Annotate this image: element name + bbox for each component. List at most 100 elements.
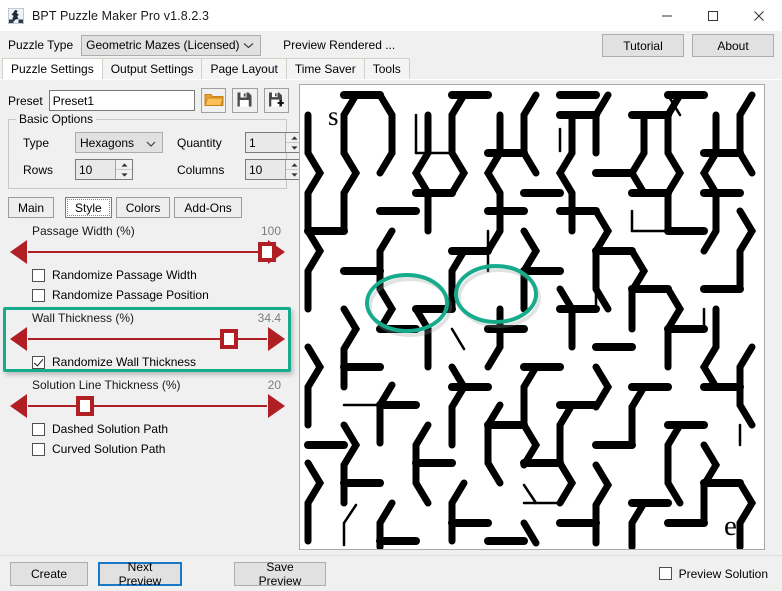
tab-output-settings[interactable]: Output Settings	[101, 58, 203, 79]
main-body: Preset Preset1 Basic Options Type Hexago…	[0, 80, 782, 555]
style-sub-tabs: Main Style Colors Add-Ons	[0, 189, 295, 218]
save-preset-button[interactable]	[232, 88, 258, 113]
randomize-passage-width-checkbox[interactable]	[32, 268, 45, 282]
tab-puzzle-settings[interactable]: Puzzle Settings	[2, 58, 103, 79]
solution-line-thickness-block: Solution Line Thickness (%) 20 Dashed So…	[0, 372, 295, 459]
preset-row: Preset Preset1	[0, 84, 295, 115]
randomize-wall-thickness-row[interactable]: Randomize Wall Thickness	[10, 352, 285, 372]
puzzle-type-label: Puzzle Type	[8, 38, 74, 52]
solution-line-thickness-head: Solution Line Thickness (%) 20	[10, 378, 285, 393]
basic-options-group: Basic Options Type Hexagons Quantity 1 R…	[8, 112, 303, 189]
preview-pane: s e	[295, 84, 782, 555]
rows-label: Rows	[23, 162, 54, 177]
passage-width-value: 100	[260, 224, 281, 238]
rows-value: 10	[76, 160, 115, 179]
next-preview-button[interactable]: Next Preview	[98, 560, 182, 588]
settings-pane: Preset Preset1 Basic Options Type Hexago…	[0, 84, 303, 555]
solution-line-thickness-thumb[interactable]	[76, 396, 95, 416]
save-preview-button[interactable]: Save Preview	[234, 560, 326, 588]
passage-width-thumb[interactable]	[258, 242, 276, 262]
quantity-value: 1	[246, 133, 285, 152]
tab-page-layout[interactable]: Page Layout	[201, 58, 287, 79]
rows-stepper[interactable]: 10	[75, 159, 133, 180]
quantity-label: Quantity	[177, 135, 222, 150]
wall-thickness-track[interactable]	[28, 329, 267, 349]
minimize-icon[interactable]	[644, 0, 690, 31]
wall-thickness-value: 34.4	[257, 311, 281, 325]
curved-solution-path-checkbox[interactable]	[32, 442, 45, 456]
close-icon[interactable]	[736, 0, 782, 31]
type-value: Hexagons	[80, 135, 135, 150]
wall-thickness-thumb[interactable]	[219, 329, 238, 349]
puzzle-type-value: Geometric Mazes (Licensed)	[86, 38, 240, 52]
randomize-passage-width-label: Randomize Passage Width	[52, 268, 197, 282]
tab-time-saver[interactable]: Time Saver	[285, 58, 365, 79]
about-button[interactable]: About	[692, 34, 774, 57]
tab-tools[interactable]: Tools	[363, 58, 410, 79]
preset-label: Preset	[8, 93, 43, 108]
randomize-passage-position-label: Randomize Passage Position	[52, 288, 209, 302]
top-button-group: Tutorial About	[602, 34, 774, 57]
end-marker: e	[724, 510, 737, 542]
puzzle-type-select[interactable]: Geometric Mazes (Licensed)	[81, 34, 262, 56]
dashed-solution-path-label: Dashed Solution Path	[52, 422, 169, 436]
curved-solution-path-label: Curved Solution Path	[52, 442, 166, 456]
solution-line-thickness-slider[interactable]	[10, 393, 285, 419]
subtab-main[interactable]: Main	[8, 197, 55, 218]
dashed-solution-path-checkbox[interactable]	[32, 422, 45, 436]
wall-thickness-increment-icon[interactable]	[268, 327, 285, 351]
solution-line-thickness-track[interactable]	[28, 396, 267, 416]
passage-width-decrement-icon[interactable]	[10, 240, 27, 264]
wall-thickness-decrement-icon[interactable]	[10, 327, 27, 351]
main-tab-strip: Puzzle Settings Output Settings Page Lay…	[0, 58, 782, 80]
window-controls	[644, 0, 782, 31]
maze-svg: s e	[300, 85, 764, 549]
preset-input[interactable]: Preset1	[48, 90, 195, 111]
chevron-down-icon	[243, 38, 254, 52]
subtab-colors[interactable]: Colors	[115, 197, 171, 218]
randomize-wall-thickness-checkbox[interactable]	[32, 355, 45, 369]
status-text: Preview Rendered ...	[283, 38, 396, 52]
rows-up-icon[interactable]	[116, 160, 132, 169]
create-button[interactable]: Create	[10, 561, 88, 586]
solution-line-decrement-icon[interactable]	[10, 394, 27, 418]
randomize-passage-width-row[interactable]: Randomize Passage Width	[10, 265, 285, 285]
wall-thickness-block: Wall Thickness (%) 34.4 Randomize Wall T…	[0, 305, 295, 372]
save-as-floppy-icon	[268, 91, 285, 111]
basic-options-title: Basic Options	[16, 112, 97, 126]
rows-arrows[interactable]	[115, 160, 132, 179]
subtab-style[interactable]: Style	[65, 197, 112, 218]
randomize-passage-position-checkbox[interactable]	[32, 288, 45, 302]
type-select[interactable]: Hexagons	[75, 132, 163, 153]
solution-line-increment-icon[interactable]	[268, 394, 285, 418]
rows-down-icon[interactable]	[116, 169, 132, 179]
passage-width-track[interactable]	[28, 242, 276, 262]
solution-line-thickness-value: 20	[267, 378, 281, 392]
passage-width-label: Passage Width (%)	[32, 224, 135, 238]
maximize-icon[interactable]	[690, 0, 736, 31]
app-logo-icon	[7, 7, 25, 24]
curved-solution-path-row[interactable]: Curved Solution Path	[10, 439, 285, 459]
window-title: BPT Puzzle Maker Pro v1.8.2.3	[32, 8, 210, 23]
preview-solution-row[interactable]: Preview Solution	[658, 567, 768, 581]
open-folder-icon	[203, 91, 224, 110]
passage-width-block: Passage Width (%) 100 Randomize Passage …	[0, 218, 295, 305]
dashed-solution-path-row[interactable]: Dashed Solution Path	[10, 419, 285, 439]
passage-width-head: Passage Width (%) 100	[10, 224, 285, 239]
start-marker: s	[328, 101, 339, 131]
wall-thickness-label: Wall Thickness (%)	[32, 311, 135, 325]
preview-solution-checkbox[interactable]	[658, 567, 672, 580]
subtab-addons[interactable]: Add-Ons	[174, 197, 242, 218]
chevron-down-icon	[146, 136, 156, 150]
wall-thickness-slider[interactable]	[10, 326, 285, 352]
passage-width-slider[interactable]	[10, 239, 285, 265]
type-label: Type	[23, 135, 50, 150]
preset-value: Preset1	[52, 93, 95, 108]
basic-options-fields: Type Hexagons Quantity 1 Rows 10 Columns…	[15, 132, 303, 180]
columns-value: 10	[246, 160, 285, 179]
tutorial-button[interactable]: Tutorial	[602, 34, 684, 57]
maze-preview[interactable]: s e	[299, 84, 765, 550]
open-preset-button[interactable]	[200, 88, 227, 113]
randomize-passage-position-row[interactable]: Randomize Passage Position	[10, 285, 285, 305]
save-preset-as-button[interactable]	[263, 88, 289, 113]
